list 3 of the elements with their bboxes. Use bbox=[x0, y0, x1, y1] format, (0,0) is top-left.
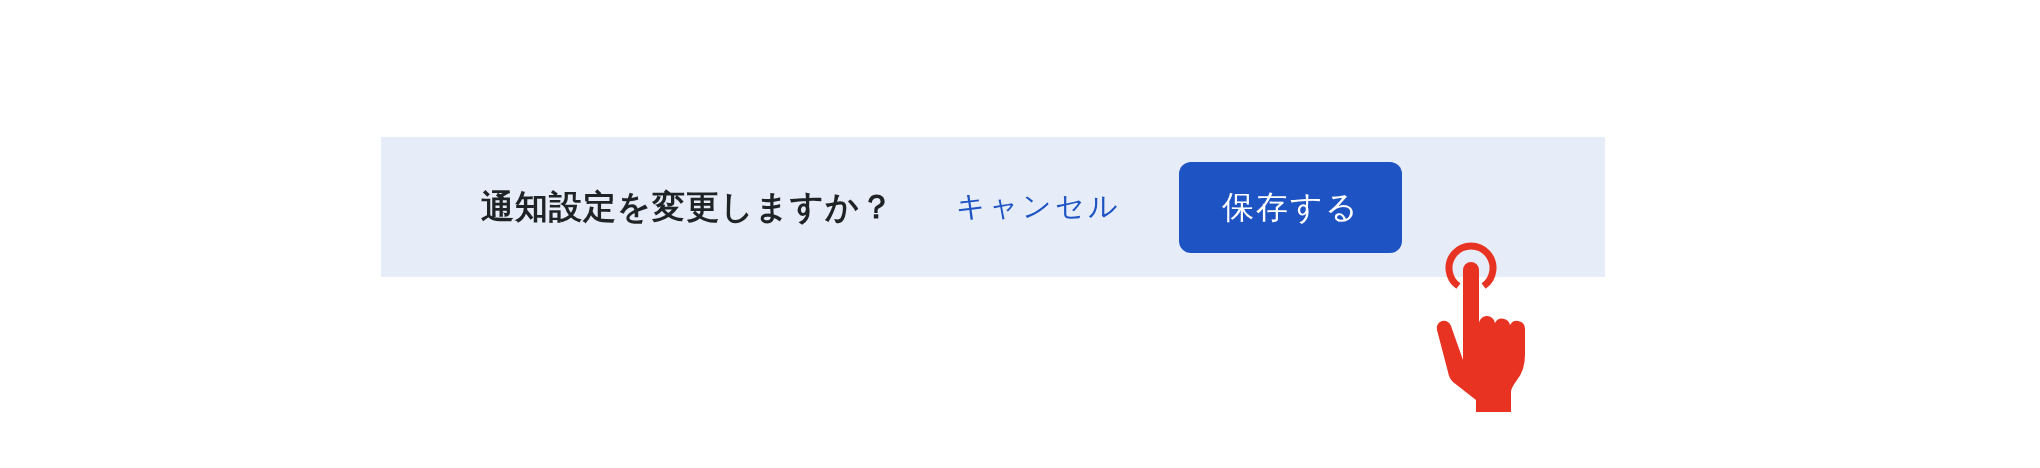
confirm-message: 通知設定を変更しますか？ bbox=[481, 186, 894, 229]
save-button[interactable]: 保存する bbox=[1179, 161, 1402, 253]
cancel-link[interactable]: キャンセル bbox=[956, 185, 1121, 229]
